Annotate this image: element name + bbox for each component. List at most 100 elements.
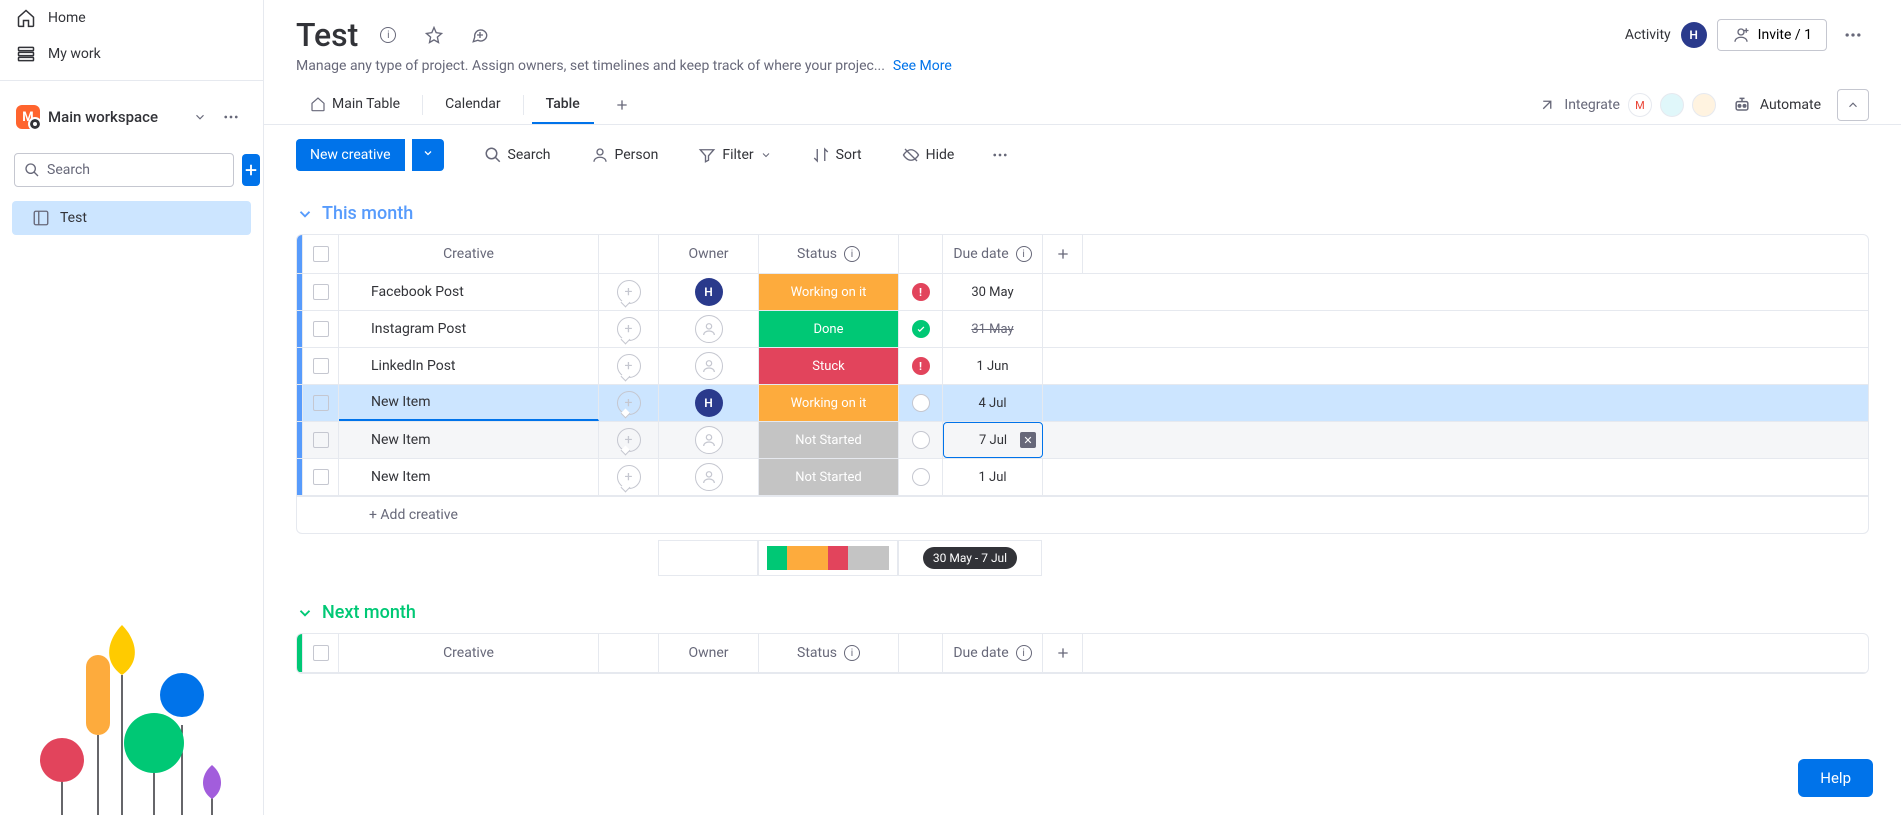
- table-row[interactable]: New Item H Working on it 4 Jul: [297, 385, 1868, 422]
- due-date-cell[interactable]: 7 Jul✕: [943, 422, 1043, 458]
- owner-cell[interactable]: [659, 459, 759, 495]
- header-checkbox[interactable]: [303, 235, 339, 273]
- owner-cell[interactable]: [659, 348, 759, 384]
- owner-cell[interactable]: [659, 311, 759, 347]
- column-owner[interactable]: Owner: [659, 634, 759, 672]
- info-button[interactable]: i: [372, 19, 404, 51]
- help-button[interactable]: Help: [1798, 759, 1873, 797]
- sidebar-search-input[interactable]: [14, 153, 234, 187]
- due-date-cell[interactable]: 4 Jul: [943, 385, 1043, 421]
- status-cell[interactable]: Not Started: [759, 459, 899, 495]
- table-row[interactable]: New Item Not Started 1 Jul: [297, 459, 1868, 496]
- column-status[interactable]: Status i: [759, 634, 899, 672]
- group-header[interactable]: This month: [296, 193, 1869, 234]
- integration-app-icon[interactable]: [1692, 93, 1716, 117]
- status-cell[interactable]: Stuck: [759, 348, 899, 384]
- column-due-date[interactable]: Due date i: [943, 634, 1043, 672]
- column-creative[interactable]: Creative: [339, 235, 599, 273]
- integrate-group[interactable]: Integrate M: [1538, 93, 1716, 117]
- owner-empty[interactable]: [695, 352, 723, 380]
- updates-button[interactable]: [599, 422, 659, 458]
- filter-tool[interactable]: Filter: [688, 140, 781, 170]
- activity-avatar[interactable]: H: [1681, 22, 1707, 48]
- due-date-cell[interactable]: 30 May: [943, 274, 1043, 310]
- see-more-link[interactable]: See More: [893, 58, 952, 74]
- due-date-cell[interactable]: 1 Jun: [943, 348, 1043, 384]
- row-checkbox[interactable]: [303, 348, 339, 384]
- updates-button[interactable]: [599, 459, 659, 495]
- info-icon[interactable]: i: [1016, 246, 1032, 262]
- updates-button[interactable]: [599, 385, 659, 421]
- toolbar-menu-button[interactable]: [984, 139, 1016, 171]
- sidebar-add-button[interactable]: [242, 154, 260, 186]
- nav-my-work[interactable]: My work: [0, 36, 263, 72]
- tab-main-table[interactable]: Main Table: [296, 86, 414, 124]
- invite-button[interactable]: Invite / 1: [1717, 19, 1827, 51]
- item-name[interactable]: LinkedIn Post: [339, 348, 599, 384]
- info-icon[interactable]: i: [1016, 645, 1032, 661]
- person-tool[interactable]: Person: [581, 140, 669, 170]
- chevron-down-icon[interactable]: [193, 110, 207, 124]
- item-name[interactable]: New Item: [339, 385, 599, 421]
- collapse-button[interactable]: [1837, 89, 1869, 121]
- group-header[interactable]: Next month: [296, 592, 1869, 633]
- activity-label[interactable]: Activity: [1625, 27, 1671, 43]
- owner-empty[interactable]: [695, 426, 723, 454]
- sort-tool[interactable]: Sort: [802, 140, 872, 170]
- integration-app-icon[interactable]: [1660, 93, 1684, 117]
- add-column-button[interactable]: [1043, 235, 1083, 273]
- new-creative-dropdown[interactable]: [412, 139, 444, 171]
- table-row[interactable]: ⋯ New Item Not Started 7 Jul✕: [297, 422, 1868, 459]
- row-checkbox[interactable]: [303, 311, 339, 347]
- column-owner[interactable]: Owner: [659, 235, 759, 273]
- row-checkbox[interactable]: [303, 274, 339, 310]
- integration-gmail-icon[interactable]: M: [1628, 93, 1652, 117]
- column-due-date[interactable]: Due date i: [943, 235, 1043, 273]
- search-tool[interactable]: Search: [474, 140, 561, 170]
- owner-avatar[interactable]: H: [695, 278, 723, 306]
- owner-cell[interactable]: H: [659, 274, 759, 310]
- header-checkbox[interactable]: [303, 634, 339, 672]
- status-cell[interactable]: Working on it: [759, 274, 899, 310]
- owner-cell[interactable]: [659, 422, 759, 458]
- updates-button[interactable]: [599, 311, 659, 347]
- row-checkbox[interactable]: [303, 459, 339, 495]
- item-name[interactable]: New Item: [339, 422, 599, 458]
- board-menu-button[interactable]: [1837, 19, 1869, 51]
- column-creative[interactable]: Creative: [339, 634, 599, 672]
- item-name[interactable]: Facebook Post: [339, 274, 599, 310]
- owner-empty[interactable]: [695, 315, 723, 343]
- hide-tool[interactable]: Hide: [892, 140, 965, 170]
- add-view-button[interactable]: [606, 89, 638, 121]
- status-cell[interactable]: Done: [759, 311, 899, 347]
- item-name[interactable]: New Item: [339, 459, 599, 495]
- workspace-menu-button[interactable]: [215, 101, 247, 133]
- row-checkbox[interactable]: [303, 385, 339, 421]
- status-cell[interactable]: Not Started: [759, 422, 899, 458]
- updates-button[interactable]: [599, 348, 659, 384]
- info-icon[interactable]: i: [844, 246, 860, 262]
- new-creative-button[interactable]: New creative: [296, 139, 405, 171]
- row-checkbox[interactable]: ⋯: [303, 422, 339, 458]
- info-icon[interactable]: i: [844, 645, 860, 661]
- updates-button[interactable]: [599, 274, 659, 310]
- workspace-header[interactable]: M Main workspace: [0, 89, 263, 145]
- row-menu-button[interactable]: ⋯: [296, 428, 300, 452]
- add-item-row[interactable]: + Add creative: [297, 496, 1868, 533]
- table-row[interactable]: Instagram Post Done 31 May: [297, 311, 1868, 348]
- nav-home[interactable]: Home: [0, 0, 263, 36]
- discussion-button[interactable]: [464, 19, 496, 51]
- tab-table[interactable]: Table: [532, 86, 594, 124]
- automate-button[interactable]: Automate: [1732, 95, 1821, 115]
- add-column-button[interactable]: [1043, 634, 1083, 672]
- due-date-cell[interactable]: 1 Jul: [943, 459, 1043, 495]
- owner-empty[interactable]: [695, 463, 723, 491]
- table-row[interactable]: LinkedIn Post Stuck ! 1 Jun: [297, 348, 1868, 385]
- favorite-button[interactable]: [418, 19, 450, 51]
- table-row[interactable]: Facebook Post H Working on it ! 30 May: [297, 274, 1868, 311]
- owner-cell[interactable]: H: [659, 385, 759, 421]
- status-cell[interactable]: Working on it: [759, 385, 899, 421]
- item-name[interactable]: Instagram Post: [339, 311, 599, 347]
- owner-avatar[interactable]: H: [695, 389, 723, 417]
- column-status[interactable]: Status i: [759, 235, 899, 273]
